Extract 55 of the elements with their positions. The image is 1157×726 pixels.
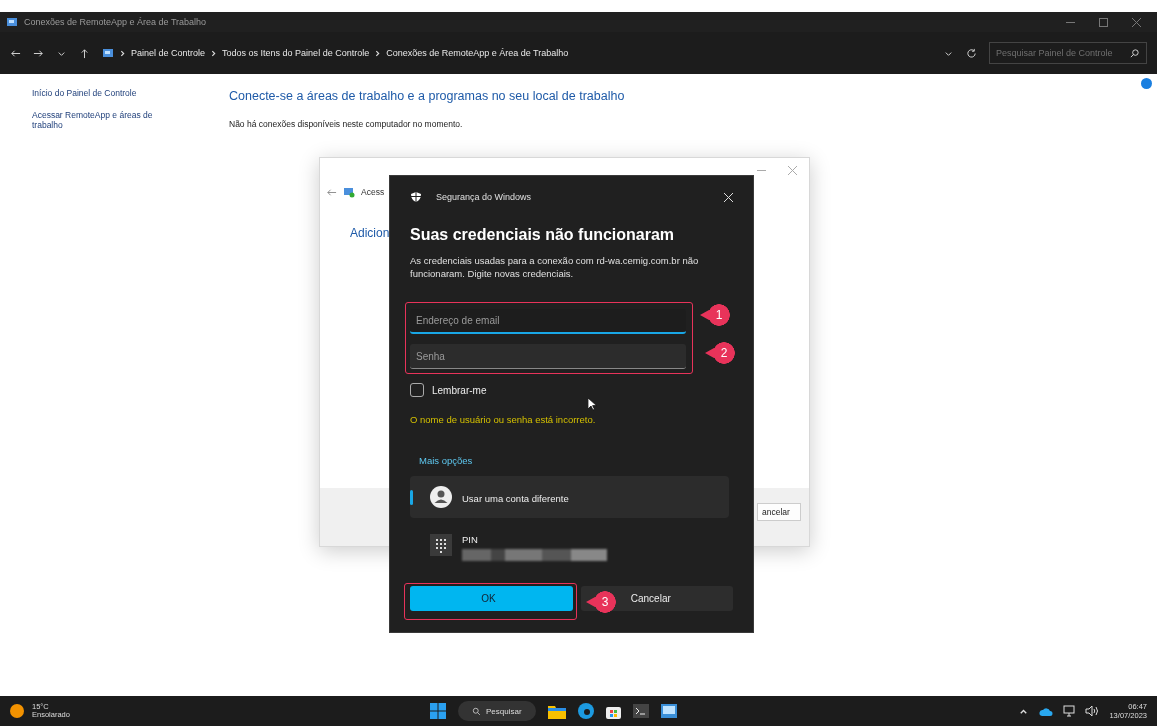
browser-icon[interactable] <box>577 703 594 719</box>
callout-marker: 1 <box>700 304 730 326</box>
page-heading: Conecte-se a áreas de trabalho e a programas no seu local de trabalho <box>229 89 625 103</box>
up-arrow-icon[interactable] <box>79 47 90 59</box>
chevron-right-icon <box>119 49 126 57</box>
checkbox-label: Lembrar-me <box>432 384 487 396</box>
sidebar-link[interactable]: Acessar RemoteApp e áreas de trabalho <box>32 110 167 130</box>
sun-icon[interactable] <box>10 704 24 718</box>
dialog-app-title: Segurança do Windows <box>436 192 532 202</box>
chevron-right-icon <box>374 49 382 57</box>
chevron-right-icon <box>210 49 218 57</box>
cloud-icon[interactable] <box>1039 706 1054 716</box>
shield-icon <box>410 191 422 203</box>
user-avatar-icon <box>430 486 452 508</box>
mouse-cursor-icon <box>588 398 597 411</box>
sidebar-link[interactable]: Início do Painel de Controle <box>32 88 167 98</box>
speaker-icon[interactable] <box>1085 705 1100 717</box>
callout-marker: 2 <box>705 342 735 364</box>
ok-button[interactable]: OK <box>410 586 573 611</box>
window-title: Conexões de RemoteApp e Área de Trabalho <box>24 17 207 27</box>
callout-marker: 3 <box>586 591 616 613</box>
folder-icon[interactable] <box>547 703 566 719</box>
checkbox[interactable] <box>410 383 424 397</box>
input-field[interactable]: Senha <box>410 344 686 369</box>
option-label: PIN <box>462 534 478 545</box>
search-field[interactable]: Pesquisar Painel de Controle <box>989 42 1147 64</box>
breadcrumb-item[interactable]: Todos os Itens do Painel de Controle <box>222 48 370 58</box>
terminal-icon[interactable] <box>632 704 649 718</box>
more-options-link[interactable]: Mais opções <box>419 455 733 466</box>
search-icon <box>1129 47 1140 59</box>
maximize-icon[interactable] <box>1099 17 1108 27</box>
control-panel-icon <box>6 16 18 28</box>
option-label: Usar uma conta diferente <box>462 493 569 504</box>
remote-desktop-icon[interactable] <box>660 704 677 718</box>
keypad-icon <box>430 534 452 556</box>
monitor-icon[interactable] <box>1063 705 1076 717</box>
dialog-description: As credenciais usadas para a conexão com rd-wa.cemig.com.br não funcionaram. Digite novas credenciais. <box>410 254 700 280</box>
breadcrumb-item[interactable]: Conexões de RemoteApp e Área de Trabalho <box>386 48 569 58</box>
cancel-button[interactable]: ancelar <box>757 503 801 521</box>
status-message: Não há conexões disponíveis neste computador no momento. <box>229 119 464 129</box>
dialog-title: Acess <box>361 187 385 197</box>
refresh-icon[interactable] <box>966 47 977 59</box>
breadcrumb-item[interactable]: Painel de Controle <box>131 48 206 58</box>
sign-in-option[interactable]: Usar uma conta diferente <box>410 476 729 518</box>
taskbar-search[interactable]: Pesquisar <box>458 701 536 721</box>
selection-indicator <box>410 490 413 505</box>
sign-in-option[interactable]: PIN <box>410 524 729 566</box>
dialog-heading: Suas credenciais não funcionaram <box>410 226 676 244</box>
search-icon <box>472 706 481 716</box>
dialog-heading: Adicion <box>350 226 390 240</box>
remote-app-icon <box>343 186 355 198</box>
windows-start-icon[interactable] <box>430 703 446 719</box>
error-message: O nome de usuário ou senha está incorreto. <box>410 414 597 425</box>
control-panel-icon <box>102 47 114 59</box>
help-icon[interactable] <box>1141 78 1152 89</box>
